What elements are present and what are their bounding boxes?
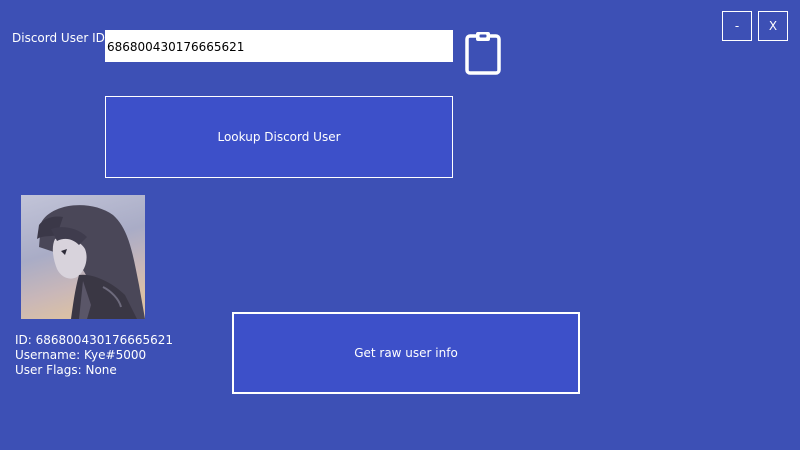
clipboard-icon bbox=[465, 32, 501, 75]
username-line: Username: Kye#5000 bbox=[15, 348, 147, 362]
lookup-discord-user-button[interactable]: Lookup Discord User bbox=[105, 96, 453, 178]
user-flags-line: User Flags: None bbox=[15, 363, 117, 377]
user-info-panel: ID: 686800430176665621 Username: Kye#500… bbox=[15, 333, 173, 378]
user-id-line: ID: 686800430176665621 bbox=[15, 333, 174, 347]
user-avatar bbox=[21, 195, 145, 319]
close-button[interactable]: X bbox=[758, 11, 788, 41]
paste-clipboard-button[interactable] bbox=[464, 30, 502, 76]
minimize-button[interactable]: - bbox=[722, 11, 752, 41]
app-window: Discord User ID: - X Lookup Discord User bbox=[0, 0, 800, 450]
raw-info-button-label: Get raw user info bbox=[354, 346, 458, 360]
user-avatar-image bbox=[21, 195, 145, 319]
user-id-label: Discord User ID: bbox=[12, 31, 109, 45]
user-id-input[interactable] bbox=[105, 30, 453, 62]
lookup-button-label: Lookup Discord User bbox=[217, 130, 341, 144]
get-raw-user-info-button[interactable]: Get raw user info bbox=[232, 312, 580, 394]
